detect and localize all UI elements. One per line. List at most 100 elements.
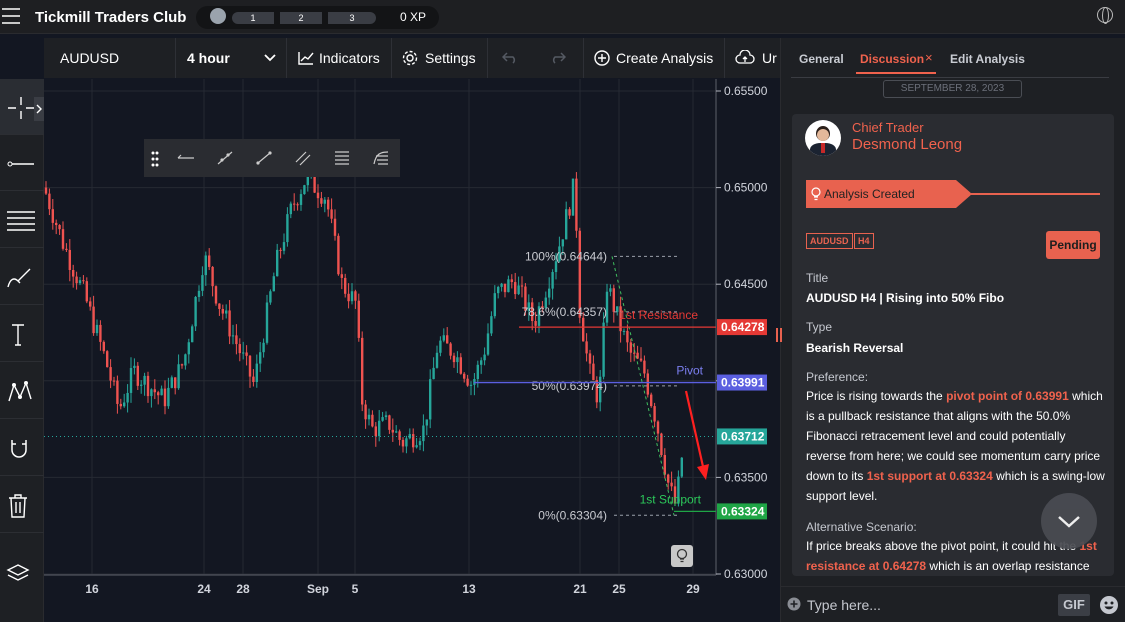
candle-body [337,235,340,275]
tab-edit-analysis[interactable]: Edit Analysis [950,52,1025,66]
candle-body [568,209,571,216]
candle-body [588,353,592,364]
indicators-button[interactable]: Indicators [319,38,380,78]
lightbulb-icon [811,187,821,201]
candle-body [517,285,520,295]
trend-line-icon[interactable] [255,150,273,166]
candle-body [221,308,224,314]
candle-body [483,354,486,361]
candle-body [381,417,384,421]
close-tab-icon[interactable]: × [925,50,933,65]
author-role: Chief Trader [852,120,924,135]
candle-body [656,421,660,434]
analysis-created-banner: Analysis Created [806,180,956,208]
layers-tool[interactable] [0,545,44,601]
candle-body [75,276,78,284]
candle-body [61,229,65,249]
candle-body [146,375,150,397]
expand-tools-chevron-icon[interactable] [34,97,44,121]
candle-body [486,333,490,355]
candle-body [612,288,615,312]
layers-icon [6,564,30,581]
date-tick-label: 13 [462,582,476,596]
date-tick-label: 29 [686,582,700,596]
candle-body [242,352,245,354]
alternative-label: Alternative Scenario: [806,520,917,534]
candle-body [639,358,643,361]
interval-selector[interactable]: 4 hour [187,38,230,78]
candle-body [106,351,109,368]
add-attachment-icon[interactable] [787,597,801,611]
menu-icon[interactable] [2,8,20,24]
upload-button[interactable]: Ur [762,38,777,78]
date-tick-label: 5 [352,582,359,596]
candle-body [262,342,265,353]
fib-tool[interactable] [0,192,44,248]
tab-general[interactable]: General [799,52,844,66]
candle-body [520,285,524,287]
candle-body [452,355,456,363]
pattern-tool[interactable] [0,363,44,419]
candle-body [235,335,238,345]
chevron-down-icon[interactable] [264,54,276,62]
type-value: Bearish Reversal [806,341,904,355]
timeframe-tag: H4 [854,233,874,249]
candle-body [92,306,95,334]
candle-body [293,203,296,205]
message-input[interactable]: Type here... [807,597,1047,613]
chart-toolbar: AUDUSD 4 hour Indicators Settings Create… [44,38,780,78]
indicators-icon [298,52,314,65]
candle-body [561,239,564,247]
fib-extension-icon[interactable] [372,150,390,166]
candle-body [602,322,605,377]
scroll-down-button[interactable] [1041,493,1097,549]
candle-body [432,367,435,380]
extended-line-icon[interactable] [216,150,234,166]
parallel-channel-icon[interactable] [294,150,312,166]
app-title: Tickmill Traders Club [35,9,187,26]
drag-handle-icon[interactable] [150,151,160,167]
undo-icon[interactable] [502,52,518,64]
ray-left-icon[interactable] [177,151,195,165]
fib-level-label: 78.6%(0.64357) [522,305,607,319]
settings-button[interactable]: Settings [425,38,476,78]
text-tool[interactable] [0,306,44,362]
tab-discussion[interactable]: Discussion [860,52,924,66]
candle-body [459,357,462,374]
emoji-icon[interactable] [1099,595,1119,615]
candle-body [174,377,177,389]
author-name[interactable]: Desmond Leong [852,136,962,153]
idea-bulb-button[interactable] [671,545,693,567]
price-chart[interactable]: 0.655000.650000.645000.640000.635000.630… [44,79,779,606]
candle-body [503,283,507,293]
panel-resize-handle[interactable] [776,328,782,342]
language-globe-icon[interactable] [1097,7,1113,24]
delete-tool[interactable] [0,477,44,533]
gif-button[interactable]: GIF [1058,594,1090,616]
date-tick-label: 25 [612,582,626,596]
date-tick-label: Sep [307,582,329,596]
candle-body [435,352,439,368]
candle-body [439,340,442,353]
candle-body [119,403,122,407]
symbol-selector[interactable]: AUDUSD [60,38,119,78]
chevron-down-icon [1058,516,1080,528]
candle-body [228,310,231,337]
candle-body [143,375,146,385]
candle-body [391,429,394,433]
brush-tool[interactable] [0,249,44,305]
candle-body [323,199,326,204]
candle-body [354,291,357,301]
magnet-tool[interactable] [0,420,44,476]
date-tick-label: 21 [573,582,587,596]
magnet-icon [11,440,27,458]
fib-levels-icon[interactable] [333,150,351,166]
candle-body [218,303,221,309]
xp-level-2: 2 [280,12,322,24]
candle-body [150,389,153,397]
candle-body [592,363,595,381]
candle-body [187,342,190,355]
create-analysis-button[interactable]: Create Analysis [616,38,713,78]
line-tool[interactable] [0,135,44,191]
redo-icon[interactable] [550,52,566,64]
